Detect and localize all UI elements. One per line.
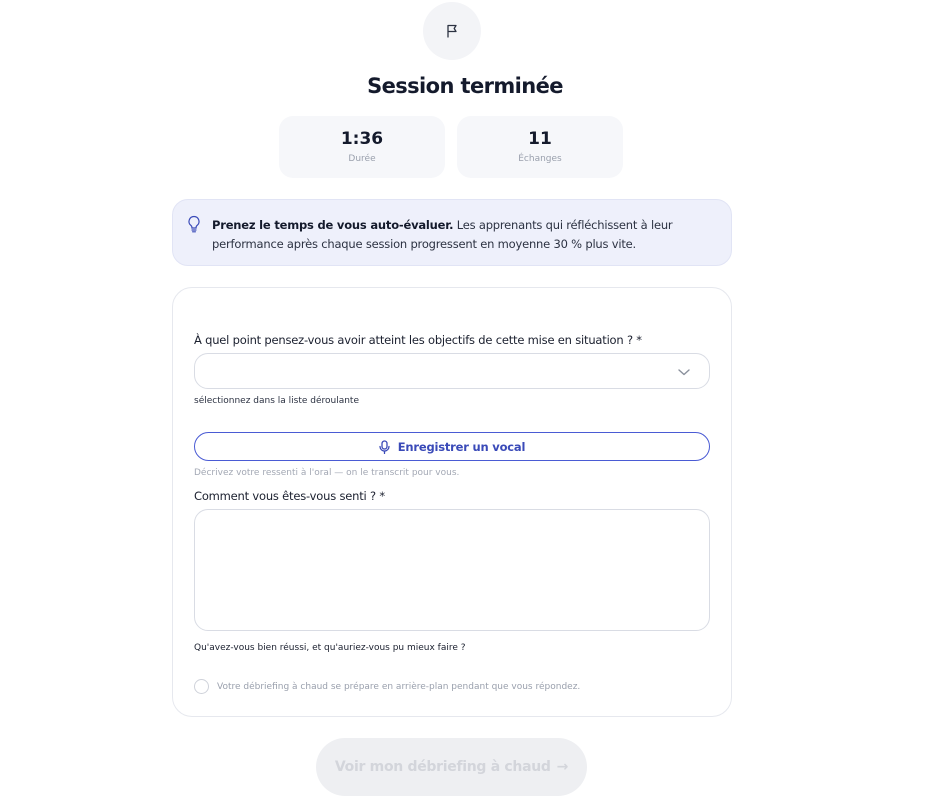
microphone-icon — [379, 439, 390, 454]
stat-exchanges: 11 Échanges — [457, 116, 623, 178]
stat-exchanges-label: Échanges — [518, 154, 562, 164]
feeling-question-label: Comment vous êtes-vous senti ? * — [194, 489, 385, 503]
objective-hint: sélectionnez dans la liste déroulante — [194, 396, 360, 406]
flag-icon-badge — [423, 2, 481, 60]
objective-select[interactable] — [194, 353, 710, 389]
stat-duration-value: 1:36 — [340, 129, 384, 149]
debrief-status-text: Votre débriefing à chaud se prépare en a… — [217, 681, 581, 692]
feeling-hint: Qu'avez-vous bien réussi, et qu'auriez-v… — [194, 643, 466, 653]
view-debrief-button[interactable]: Voir mon débriefing à chaud → — [316, 738, 587, 796]
stat-exchanges-value: 11 — [528, 129, 552, 149]
record-voice-label: Enregistrer un vocal — [397, 439, 526, 454]
self-assessment-tip: Prenez le temps de vous auto-évaluer. Le… — [172, 199, 732, 266]
tip-bold: Prenez le temps de vous auto-évaluer. — [212, 218, 454, 232]
objective-question-label: À quel point pensez-vous avoir atteint l… — [194, 333, 642, 347]
chevron-down-icon — [678, 369, 690, 376]
lightbulb-icon — [188, 215, 200, 233]
loading-spinner-icon — [194, 679, 209, 694]
arrow-right-icon: → — [556, 759, 569, 775]
stat-duration: 1:36 Durée — [279, 116, 445, 178]
page-title: Session terminée — [367, 74, 563, 98]
tip-text: Prenez le temps de vous auto-évaluer. Le… — [212, 216, 712, 254]
feeling-textarea[interactable] — [194, 509, 710, 631]
voice-hint: Décrivez votre ressenti à l'oral — on le… — [194, 468, 460, 478]
self-evaluation-form: À quel point pensez-vous avoir atteint l… — [172, 287, 732, 717]
stat-duration-label: Durée — [348, 154, 376, 164]
view-debrief-label: Voir mon débriefing à chaud — [334, 759, 551, 775]
debrief-status: Votre débriefing à chaud se prépare en a… — [194, 679, 580, 694]
flag-icon — [447, 24, 457, 38]
record-voice-button[interactable]: Enregistrer un vocal — [194, 432, 710, 461]
